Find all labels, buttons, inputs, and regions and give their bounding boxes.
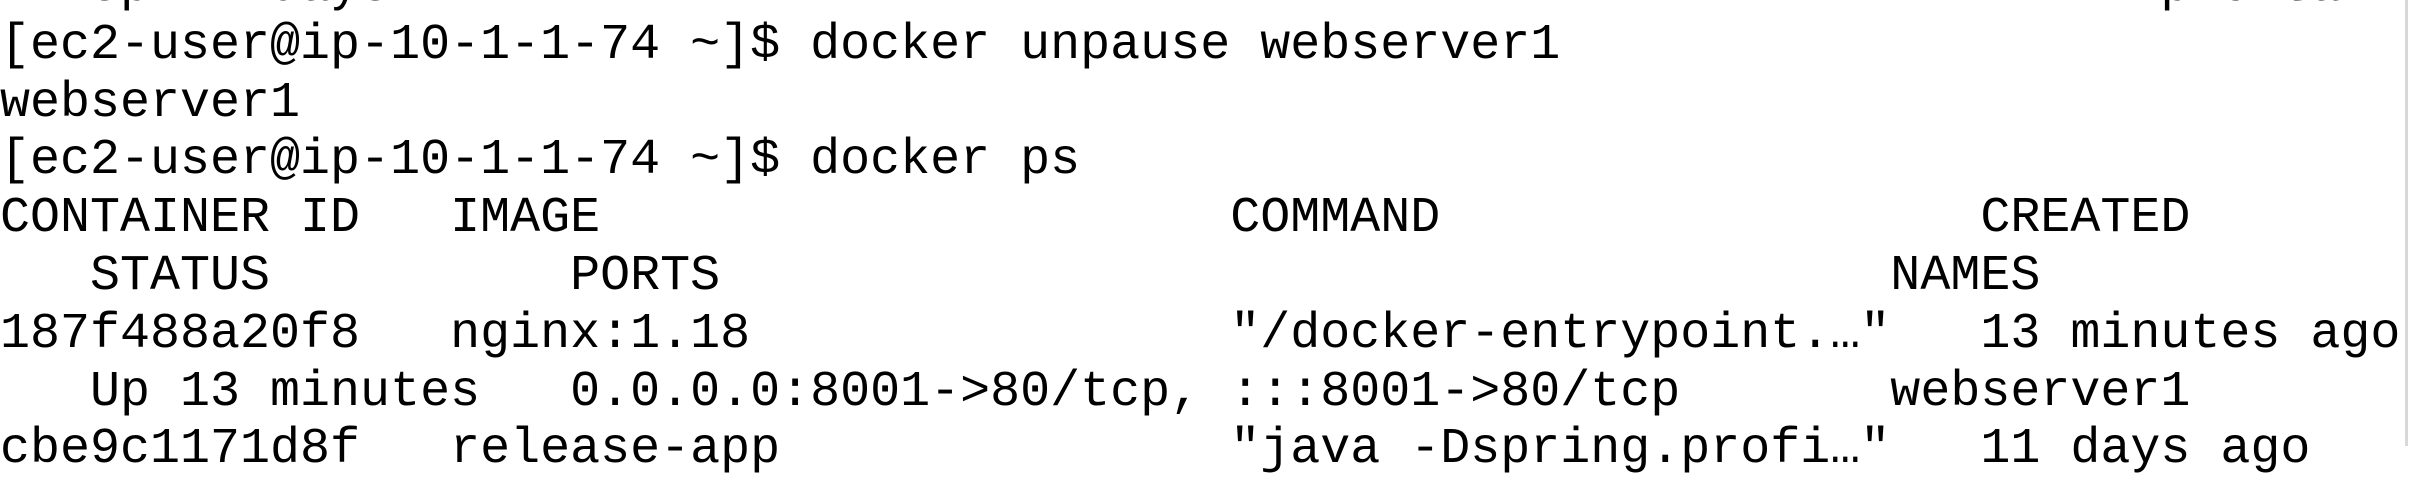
terminal-line-container-status: Up 11 days promtail: [0, 0, 2400, 17]
terminal-line-container-row: 187f488a20f8 nginx:1.18 "/docker-entrypo…: [0, 305, 2401, 363]
terminal-output[interactable]: Up 11 days promtail [ec2-user@ip-10-1-1-…: [0, 0, 2400, 479]
terminal-line-container-row: cbe9c1171d8f release-app "java -Dspring.…: [0, 421, 2311, 479]
terminal-line-ps-header: CONTAINER ID IMAGE COMMAND CREATED: [0, 190, 2191, 248]
terminal-line-unpause-output: webserver1: [0, 74, 301, 132]
terminal-line-ps-command: [ec2-user@ip-10-1-1-74 ~]$ docker ps: [0, 132, 1081, 190]
scrollbar[interactable]: [2405, 0, 2408, 446]
terminal-line-ps-header-cont: STATUS PORTS NAMES: [0, 247, 2041, 305]
terminal-line-container-row-cont: Up 13 minutes 0.0.0.0:8001->80/tcp, :::8…: [0, 363, 2191, 421]
terminal-line-unpause-command: [ec2-user@ip-10-1-1-74 ~]$ docker unpaus…: [0, 16, 1561, 74]
